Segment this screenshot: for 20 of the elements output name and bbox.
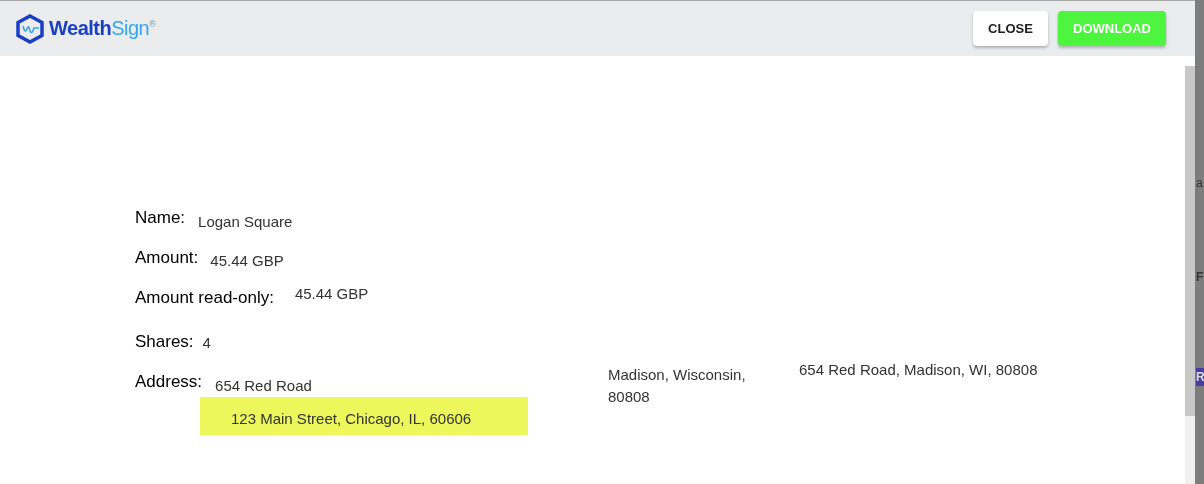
highlighted-address: 123 Main Street, Chicago, IL, 60606	[200, 397, 528, 435]
cut-text: a	[1196, 176, 1203, 190]
field-label: Name:	[135, 208, 186, 228]
address-full: 654 Red Road, Madison, WI, 80808	[799, 361, 1038, 378]
field-value: 654 Red Road	[215, 377, 312, 394]
scrollbar[interactable]	[1185, 66, 1195, 484]
scrollbar-thumb[interactable]	[1185, 66, 1195, 416]
address-city: Madison, Wisconsin, 80808	[608, 365, 747, 407]
field-label: Amount:	[135, 248, 199, 268]
field-value: 4	[202, 334, 211, 351]
cut-text: F	[1196, 270, 1204, 284]
logo-icon	[15, 13, 45, 44]
close-button[interactable]: CLOSE	[973, 11, 1048, 46]
field-value: Logan Square	[198, 213, 293, 230]
field-label: Shares:	[135, 332, 194, 352]
field-label: Amount read-only:	[135, 288, 274, 308]
field-value: 45.44 GBP	[210, 252, 284, 269]
field-value: 45.44 GBP	[294, 285, 369, 302]
field-label: Address:	[135, 372, 203, 392]
logo-text: WealthSign$^{®}$	[49, 17, 156, 40]
